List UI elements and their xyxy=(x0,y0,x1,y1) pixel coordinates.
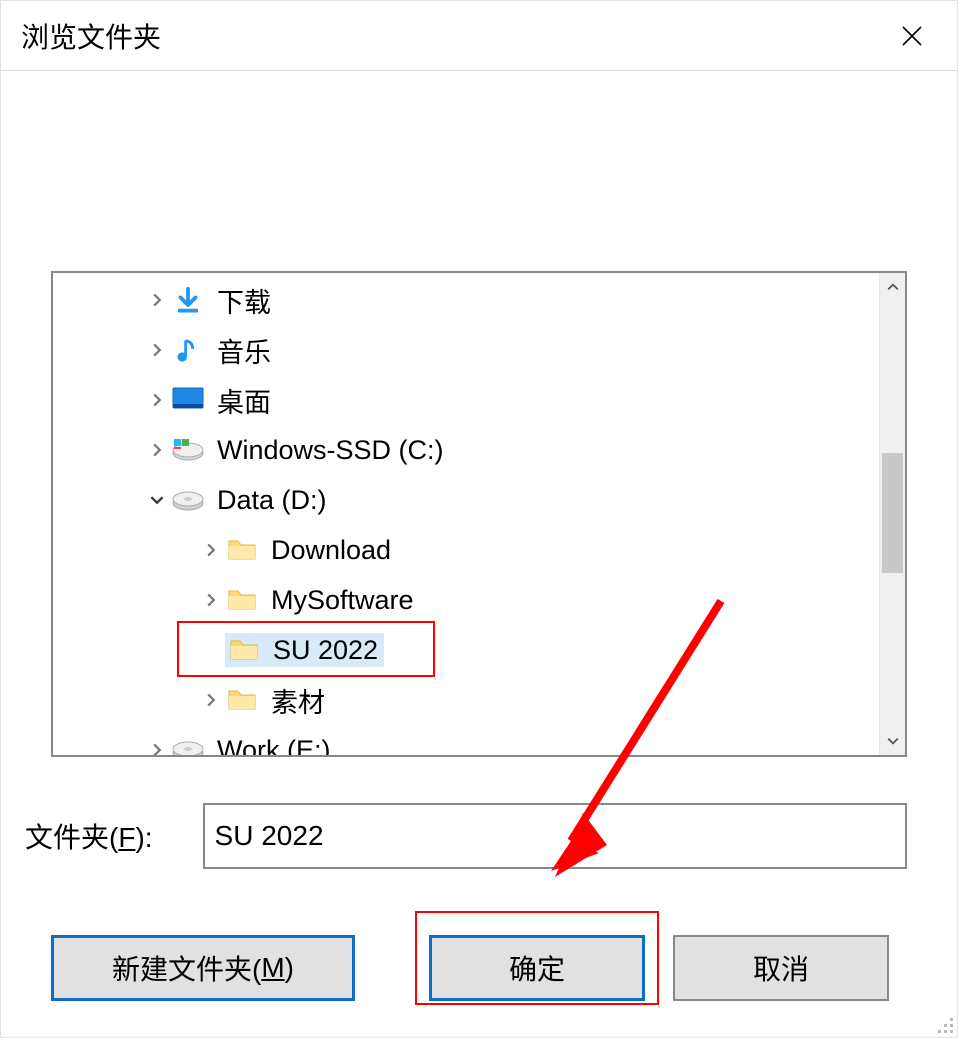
tree-node[interactable]: 素材 xyxy=(53,675,879,725)
desktop-icon xyxy=(171,383,205,417)
tree-node-label: Data (D:) xyxy=(217,485,327,516)
folder-name-input[interactable] xyxy=(203,803,907,869)
button-row: 新建文件夹(M) 确定 取消 xyxy=(51,935,907,1001)
folder-label-pre: 文件夹( xyxy=(25,822,118,853)
new-folder-button[interactable]: 新建文件夹(M) xyxy=(51,935,355,1001)
scrollbar-vertical[interactable] xyxy=(879,273,905,755)
cancel-button[interactable]: 取消 xyxy=(673,935,889,1001)
tree-node-label: Windows-SSD (C:) xyxy=(217,435,444,466)
folder-icon xyxy=(225,683,259,717)
download-icon xyxy=(171,283,205,317)
tree-node-label: MySoftware xyxy=(271,585,414,616)
music-icon xyxy=(171,333,205,367)
tree-node[interactable]: Windows-SSD (C:) xyxy=(53,425,879,475)
ok-button[interactable]: 确定 xyxy=(429,935,645,1001)
chevron-right-icon[interactable] xyxy=(147,290,167,310)
folder-icon xyxy=(225,583,259,617)
new-folder-label-hotkey: M xyxy=(261,952,284,984)
tree-node-label: 下载 xyxy=(217,281,271,320)
tree-node-label: Work (E:) xyxy=(217,735,331,756)
close-icon xyxy=(900,24,924,48)
folder-tree[interactable]: 下载音乐桌面 Windows-SSD (C:) Data (D:) Download M… xyxy=(53,273,879,755)
chevron-up-icon xyxy=(887,281,899,293)
close-button[interactable] xyxy=(887,11,937,61)
tree-node[interactable]: Data (D:) xyxy=(53,475,879,525)
scroll-thumb[interactable] xyxy=(882,453,903,573)
dialog-title: 浏览文件夹 xyxy=(21,16,161,56)
folder-label-hotkey: F xyxy=(118,822,135,853)
folder-name-row: 文件夹(F): xyxy=(51,803,907,869)
chevron-right-icon[interactable] xyxy=(147,440,167,460)
tree-node-label: 桌面 xyxy=(217,381,271,420)
chevron-down-icon xyxy=(887,735,899,747)
drive-icon xyxy=(171,733,205,755)
drive-icon xyxy=(171,483,205,517)
tree-node[interactable]: Work (E:) xyxy=(53,725,879,755)
chevron-right-icon[interactable] xyxy=(147,340,167,360)
chevron-right-icon[interactable] xyxy=(147,740,167,755)
resize-gripper[interactable] xyxy=(931,1011,953,1033)
chevron-right-icon[interactable] xyxy=(201,690,221,710)
tree-node[interactable]: Download xyxy=(53,525,879,575)
chevron-right-icon[interactable] xyxy=(147,390,167,410)
tree-node-selected[interactable]: SU 2022 xyxy=(225,633,384,667)
browse-folder-dialog: 浏览文件夹 下载音乐桌面 Windows-SSD (C:) Data (D:) Dow… xyxy=(0,0,958,1038)
titlebar: 浏览文件夹 xyxy=(1,1,957,71)
folder-label-post: ): xyxy=(135,822,152,853)
tree-node-label: Download xyxy=(271,535,391,566)
scroll-down-button[interactable] xyxy=(880,727,906,755)
tree-node[interactable]: 下载 xyxy=(53,275,879,325)
tree-node-label: 素材 xyxy=(271,681,325,720)
expander-placeholder xyxy=(201,640,221,660)
chevron-down-icon[interactable] xyxy=(147,490,167,510)
tree-node[interactable]: SU 2022 xyxy=(53,625,879,675)
tree-node[interactable]: MySoftware xyxy=(53,575,879,625)
tree-node[interactable]: 桌面 xyxy=(53,375,879,425)
scroll-track[interactable] xyxy=(880,301,905,727)
scroll-up-button[interactable] xyxy=(880,273,906,301)
tree-node-label: 音乐 xyxy=(217,331,271,370)
folder-icon xyxy=(227,633,261,667)
tree-node-label: SU 2022 xyxy=(273,635,378,666)
folder-tree-container: 下载音乐桌面 Windows-SSD (C:) Data (D:) Download M… xyxy=(51,271,907,757)
chevron-right-icon[interactable] xyxy=(201,540,221,560)
chevron-right-icon[interactable] xyxy=(201,590,221,610)
drive-os-icon xyxy=(171,433,205,467)
new-folder-label-post: ) xyxy=(285,952,294,984)
folder-icon xyxy=(225,533,259,567)
folder-name-label: 文件夹(F): xyxy=(25,816,153,856)
dialog-content: 下载音乐桌面 Windows-SSD (C:) Data (D:) Download M… xyxy=(1,71,957,1031)
tree-node[interactable]: 音乐 xyxy=(53,325,879,375)
new-folder-label-pre: 新建文件夹( xyxy=(112,948,261,988)
